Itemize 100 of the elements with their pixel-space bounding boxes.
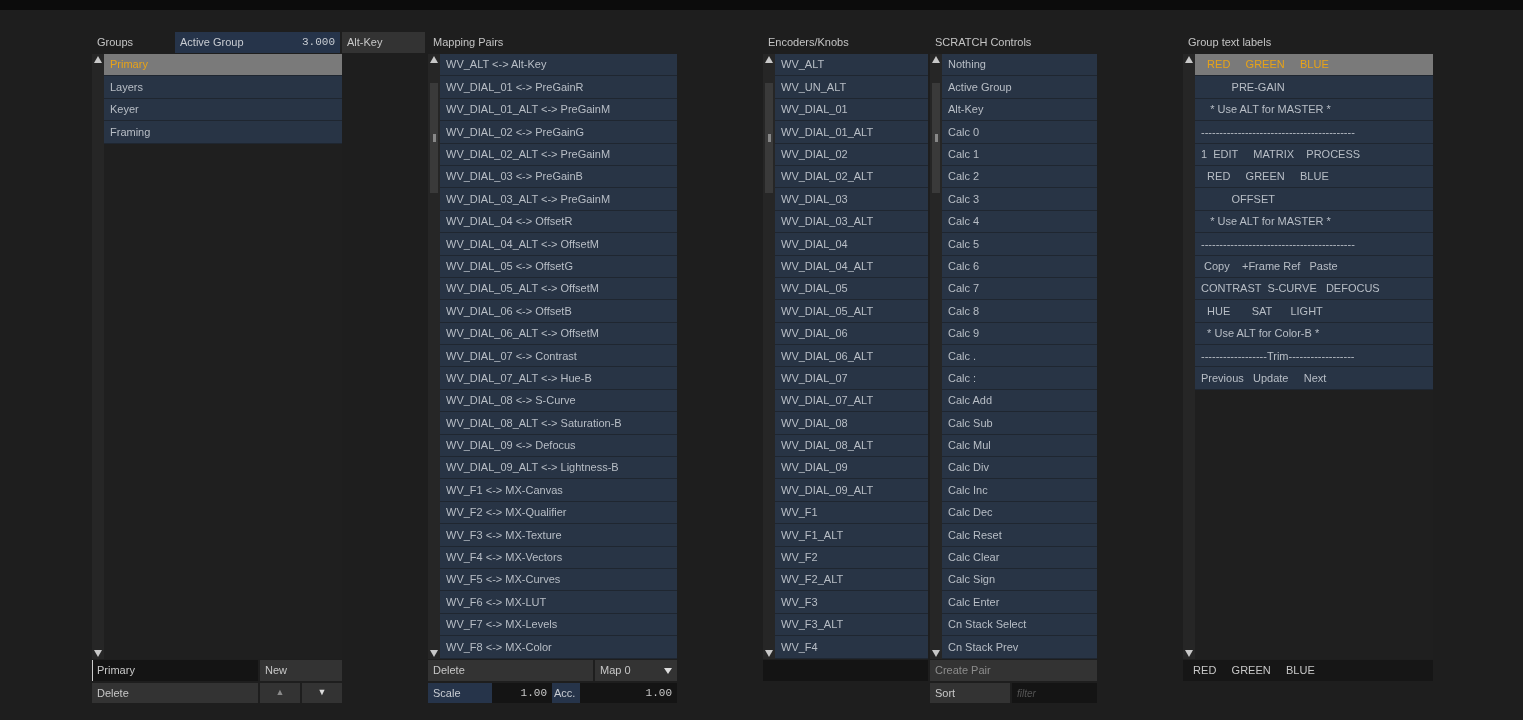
- scratch-control-item[interactable]: Calc Inc: [942, 479, 1097, 502]
- scale-value-field[interactable]: 1.00: [492, 683, 552, 703]
- mapping-pair-item[interactable]: WV_F3 <-> MX-Texture: [440, 524, 677, 547]
- mapping-pair-item[interactable]: WV_DIAL_05 <-> OffsetG: [440, 255, 677, 278]
- mapping-pair-item[interactable]: WV_DIAL_06 <-> OffsetB: [440, 300, 677, 323]
- scratch-control-item[interactable]: Calc Mul: [942, 434, 1097, 458]
- encoder-item[interactable]: WV_DIAL_01: [775, 98, 928, 122]
- mapping-pair-item[interactable]: WV_F5 <-> MX-Curves: [440, 569, 677, 592]
- scroll-thumb[interactable]: [765, 83, 773, 193]
- encoder-item[interactable]: WV_DIAL_05: [775, 277, 928, 301]
- mapping-pair-item[interactable]: WV_F2 <-> MX-Qualifier: [440, 501, 677, 525]
- mapping-pair-item[interactable]: WV_F4 <-> MX-Vectors: [440, 546, 677, 569]
- mapping-pair-item[interactable]: WV_F1 <-> MX-Canvas: [440, 479, 677, 502]
- scroll-up-icon[interactable]: [94, 56, 102, 63]
- text-label-item[interactable]: 1 EDIT MATRIX PROCESS: [1195, 143, 1433, 166]
- encoder-item[interactable]: WV_F1_ALT: [775, 524, 928, 547]
- sort-button[interactable]: Sort: [930, 683, 1010, 703]
- new-button[interactable]: New: [260, 660, 342, 681]
- scratch-control-item[interactable]: Calc 6: [942, 255, 1097, 278]
- encoder-item[interactable]: WV_DIAL_06: [775, 322, 928, 346]
- scroll-down-icon[interactable]: [932, 650, 940, 657]
- mapping-pair-item[interactable]: WV_F8 <-> MX-Color: [440, 636, 677, 659]
- mapping-pair-item[interactable]: WV_DIAL_09_ALT <-> Lightness-B: [440, 457, 677, 480]
- mapping-pair-item[interactable]: WV_DIAL_07 <-> Contrast: [440, 345, 677, 368]
- scroll-down-icon[interactable]: [94, 650, 102, 657]
- scratch-control-item[interactable]: Calc 9: [942, 322, 1097, 346]
- encoder-item[interactable]: WV_DIAL_09: [775, 457, 928, 480]
- mapping-pair-item[interactable]: WV_DIAL_06_ALT <-> OffsetM: [440, 322, 677, 346]
- scratch-control-item[interactable]: Calc Reset: [942, 524, 1097, 547]
- encoder-item[interactable]: WV_DIAL_01_ALT: [775, 121, 928, 144]
- encoder-item[interactable]: WV_F2: [775, 546, 928, 569]
- scratch-control-item[interactable]: Calc Sub: [942, 412, 1097, 435]
- scratch-control-item[interactable]: Calc Add: [942, 389, 1097, 413]
- encoder-item[interactable]: WV_DIAL_05_ALT: [775, 300, 928, 323]
- mapping-pair-item[interactable]: WV_DIAL_03 <-> PreGainB: [440, 165, 677, 189]
- scroll-down-icon[interactable]: [1185, 650, 1193, 657]
- text-label-item[interactable]: CONTRAST S-CURVE DEFOCUS: [1195, 277, 1433, 301]
- encoder-item[interactable]: WV_DIAL_04: [775, 233, 928, 256]
- mapping-pair-item[interactable]: WV_DIAL_04 <-> OffsetR: [440, 210, 677, 234]
- filter-field[interactable]: filter: [1012, 683, 1097, 703]
- mapping-pair-item[interactable]: WV_DIAL_09 <-> Defocus: [440, 434, 677, 458]
- scroll-thumb[interactable]: [430, 83, 438, 193]
- mapping-pair-item[interactable]: WV_DIAL_05_ALT <-> OffsetM: [440, 277, 677, 301]
- scroll-down-icon[interactable]: [430, 650, 438, 657]
- encoder-item[interactable]: WV_DIAL_07: [775, 367, 928, 390]
- delete-button[interactable]: Delete: [428, 660, 593, 681]
- mapping-pair-item[interactable]: WV_DIAL_08_ALT <-> Saturation-B: [440, 412, 677, 435]
- group-list-item[interactable]: Keyer: [104, 98, 342, 122]
- alt-key-button[interactable]: Alt-Key: [342, 32, 425, 53]
- text-label-item[interactable]: RED GREEN BLUE: [1195, 165, 1433, 189]
- mapping-pair-item[interactable]: WV_ALT <-> Alt-Key: [440, 54, 677, 77]
- scratch-control-item[interactable]: Calc 8: [942, 300, 1097, 323]
- move-down-button[interactable]: ▼: [302, 683, 342, 703]
- scratch-control-item[interactable]: Nothing: [942, 54, 1097, 77]
- scratch-control-item[interactable]: Alt-Key: [942, 98, 1097, 122]
- scroll-bar[interactable]: [92, 54, 104, 659]
- scratch-control-item[interactable]: Calc Clear: [942, 546, 1097, 569]
- scroll-up-icon[interactable]: [932, 56, 940, 63]
- scratch-control-item[interactable]: Calc 3: [942, 188, 1097, 211]
- encoder-item[interactable]: WV_F1: [775, 501, 928, 525]
- scratch-control-item[interactable]: Calc 4: [942, 210, 1097, 234]
- scratch-control-item[interactable]: Calc Sign: [942, 569, 1097, 592]
- scratch-control-item[interactable]: Calc 5: [942, 233, 1097, 256]
- encoder-item[interactable]: WV_ALT: [775, 54, 928, 77]
- text-label-item[interactable]: ------------------------------------------: [1195, 233, 1433, 256]
- mapping-pair-item[interactable]: WV_DIAL_01_ALT <-> PreGainM: [440, 98, 677, 122]
- encoder-item[interactable]: WV_DIAL_03: [775, 188, 928, 211]
- scratch-control-item[interactable]: Calc 7: [942, 277, 1097, 301]
- mapping-pair-item[interactable]: WV_F6 <-> MX-LUT: [440, 591, 677, 614]
- encoder-item[interactable]: WV_F3_ALT: [775, 613, 928, 637]
- active-group-field[interactable]: Active Group 3.000: [175, 32, 340, 53]
- scratch-control-item[interactable]: Calc Div: [942, 457, 1097, 480]
- text-label-item[interactable]: Previous Update Next: [1195, 367, 1433, 390]
- scratch-control-item[interactable]: Active Group: [942, 76, 1097, 99]
- text-label-item[interactable]: * Use ALT for MASTER *: [1195, 210, 1433, 234]
- scratch-control-item[interactable]: Calc 1: [942, 143, 1097, 166]
- encoder-item[interactable]: WV_DIAL_02: [775, 143, 928, 166]
- empty-field[interactable]: [763, 660, 928, 681]
- encoder-item[interactable]: WV_F4: [775, 636, 928, 659]
- scratch-control-item[interactable]: Calc 0: [942, 121, 1097, 144]
- mapping-pair-item[interactable]: WV_DIAL_03_ALT <-> PreGainM: [440, 188, 677, 211]
- encoder-item[interactable]: WV_F3: [775, 591, 928, 614]
- group-list-item[interactable]: Framing: [104, 121, 342, 144]
- scroll-bar[interactable]: [930, 54, 942, 659]
- encoder-item[interactable]: WV_DIAL_06_ALT: [775, 345, 928, 368]
- scroll-thumb[interactable]: [932, 83, 940, 193]
- acc-value-field[interactable]: 1.00: [580, 683, 677, 703]
- text-label-item[interactable]: OFFSET: [1195, 188, 1433, 211]
- mapping-pair-item[interactable]: WV_DIAL_02_ALT <-> PreGainM: [440, 143, 677, 166]
- mapping-pair-item[interactable]: WV_DIAL_01 <-> PreGainR: [440, 76, 677, 99]
- scratch-control-item[interactable]: Cn Stack Select: [942, 613, 1097, 637]
- mapping-pair-item[interactable]: WV_DIAL_07_ALT <-> Hue-B: [440, 367, 677, 390]
- mapping-pair-item[interactable]: WV_DIAL_02 <-> PreGainG: [440, 121, 677, 144]
- scratch-control-item[interactable]: Cn Stack Prev: [942, 636, 1097, 659]
- mapping-pair-item[interactable]: WV_F7 <-> MX-Levels: [440, 613, 677, 637]
- text-label-item[interactable]: * Use ALT for MASTER *: [1195, 98, 1433, 122]
- text-label-item[interactable]: ------------------------------------------: [1195, 121, 1433, 144]
- scroll-up-icon[interactable]: [1185, 56, 1193, 63]
- text-label-item[interactable]: HUE SAT LIGHT: [1195, 300, 1433, 323]
- delete-button[interactable]: Delete: [92, 683, 258, 703]
